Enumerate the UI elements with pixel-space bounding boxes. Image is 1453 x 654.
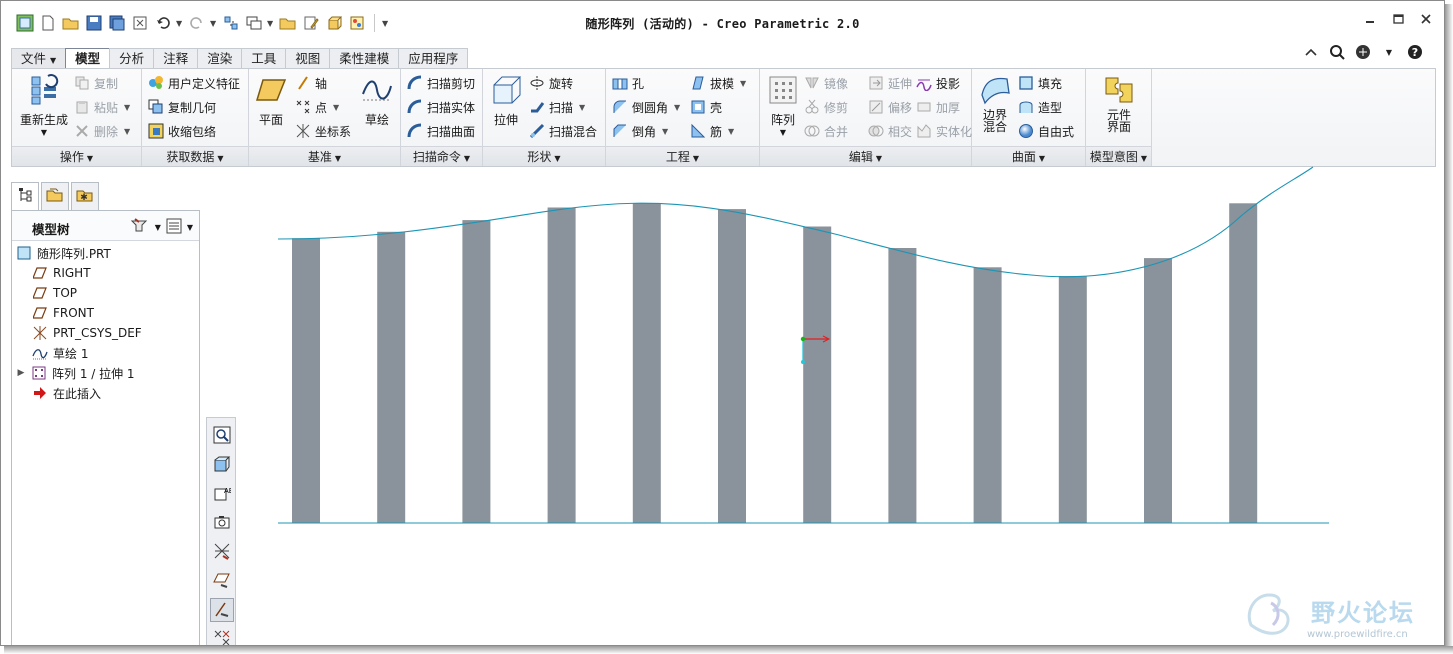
tree-settings-icon[interactable] bbox=[129, 217, 151, 238]
plane-display-icon bbox=[213, 571, 231, 592]
pattern-extrusion[interactable] bbox=[462, 220, 491, 523]
tab-model-tree[interactable] bbox=[11, 182, 39, 210]
folder-browser-icon bbox=[46, 187, 64, 206]
model-tree-icon bbox=[17, 187, 33, 206]
tree-item-top[interactable]: TOP bbox=[16, 283, 142, 303]
window-shadow-right bbox=[1445, 4, 1453, 654]
csys-origin bbox=[800, 336, 806, 342]
chevron-down-icon[interactable]: ▼ bbox=[155, 223, 161, 232]
tree-item-front[interactable]: FRONT bbox=[16, 303, 142, 323]
tree-columns-icon[interactable] bbox=[165, 217, 183, 238]
refit-icon bbox=[213, 426, 231, 447]
pattern-extrusion[interactable] bbox=[1229, 203, 1258, 524]
camera-icon bbox=[213, 513, 231, 534]
named-views-icon: AB bbox=[213, 484, 234, 505]
view-toolbar: AB bbox=[206, 417, 236, 646]
tree-item-pattern[interactable]: ▶ 阵列 1 / 拉伸 1 bbox=[16, 363, 142, 383]
csys-z-end bbox=[801, 360, 805, 364]
pattern-extrusion[interactable] bbox=[632, 203, 661, 524]
datum-display-icon bbox=[213, 542, 231, 563]
datum-plane-icon bbox=[32, 265, 48, 281]
app-window: ▼ ▼ ▼ ▼ 随形阵列 (活动的) - Creo Parametric 2.0… bbox=[0, 0, 1445, 646]
model-tree-header: 模型树 ▼ ▼ bbox=[12, 211, 199, 241]
tab-folder-browser[interactable] bbox=[41, 182, 69, 210]
favorites-icon: ✱ bbox=[76, 187, 94, 206]
pattern-icon bbox=[31, 365, 47, 381]
expand-icon[interactable]: ▶ bbox=[16, 368, 26, 378]
pattern-extrusion[interactable] bbox=[547, 207, 576, 524]
datum-display-button[interactable] bbox=[210, 540, 234, 564]
tree-item-label: RIGHT bbox=[53, 266, 91, 280]
tree-item-label: TOP bbox=[53, 286, 78, 300]
tree-item-label: FRONT bbox=[53, 306, 94, 320]
datum-plane-icon bbox=[32, 285, 48, 301]
annotation-display-icon bbox=[213, 600, 231, 621]
model-tree-title: 模型树 bbox=[32, 222, 70, 237]
watermark-text: 野火论坛 bbox=[1311, 599, 1415, 627]
pattern-extrusion[interactable] bbox=[1058, 276, 1087, 523]
named-views-button[interactable]: AB bbox=[210, 482, 234, 506]
pattern-extrusion[interactable] bbox=[718, 209, 746, 523]
tree-item-label: PRT_CSYS_DEF bbox=[53, 326, 142, 340]
pattern-extrusion[interactable] bbox=[803, 226, 832, 524]
pattern-extrusion[interactable] bbox=[377, 231, 406, 524]
part-icon bbox=[16, 245, 32, 261]
pattern-bars bbox=[292, 203, 1258, 524]
insert-here-icon bbox=[32, 385, 48, 401]
model-tree-tools: ▼ ▼ bbox=[129, 217, 193, 238]
svg-text:✱: ✱ bbox=[80, 193, 88, 203]
svg-text:AB: AB bbox=[224, 487, 231, 495]
pattern-extrusion[interactable] bbox=[1144, 258, 1172, 523]
saved-orientations-button[interactable] bbox=[210, 511, 234, 535]
datum-plane-icon bbox=[32, 305, 48, 321]
tree-item-part[interactable]: 随形阵列.PRT bbox=[16, 243, 142, 263]
watermark-url: www.proewildfire.cn bbox=[1307, 629, 1408, 640]
display-style-button[interactable] bbox=[210, 453, 234, 477]
tab-favorites[interactable]: ✱ bbox=[71, 182, 99, 210]
tree-item-label: 在此插入 bbox=[53, 386, 102, 401]
tree-item-label: 随形阵列.PRT bbox=[37, 246, 111, 261]
tree-item-label: 草绘 1 bbox=[53, 346, 89, 361]
watermark: 野火论坛 www.proewildfire.cn bbox=[1241, 585, 1441, 645]
csys-display-button[interactable] bbox=[210, 627, 234, 646]
navigator-tabs: ✱ bbox=[11, 182, 99, 210]
model-tree-panel: 模型树 ▼ ▼ 随形阵列.PRT RIGHT TOP FRONT PRT_CSY… bbox=[11, 210, 200, 645]
sketch-icon bbox=[32, 345, 48, 361]
display-style-icon bbox=[213, 455, 231, 476]
model-tree: 随形阵列.PRT RIGHT TOP FRONT PRT_CSYS_DEF 草绘… bbox=[16, 243, 142, 403]
csys-display-icon bbox=[213, 629, 231, 646]
tree-item-csys[interactable]: PRT_CSYS_DEF bbox=[16, 323, 142, 343]
watermark-logo-icon bbox=[1247, 593, 1290, 635]
pattern-extrusion[interactable] bbox=[973, 267, 1002, 523]
pattern-extrusion[interactable] bbox=[888, 248, 917, 523]
tree-item-right[interactable]: RIGHT bbox=[16, 263, 142, 283]
pattern-extrusion[interactable] bbox=[292, 238, 320, 523]
chevron-down-icon[interactable]: ▼ bbox=[187, 223, 193, 232]
tree-item-label: 阵列 1 / 拉伸 1 bbox=[52, 366, 135, 381]
refit-button[interactable] bbox=[210, 424, 234, 448]
plane-display-button[interactable] bbox=[210, 569, 234, 593]
tree-item-sketch[interactable]: 草绘 1 bbox=[16, 343, 142, 363]
tree-item-insert-here[interactable]: 在此插入 bbox=[16, 383, 142, 403]
window-shadow-bottom bbox=[4, 646, 1453, 654]
csys-icon bbox=[32, 325, 48, 341]
annotation-display-button[interactable] bbox=[210, 598, 234, 622]
